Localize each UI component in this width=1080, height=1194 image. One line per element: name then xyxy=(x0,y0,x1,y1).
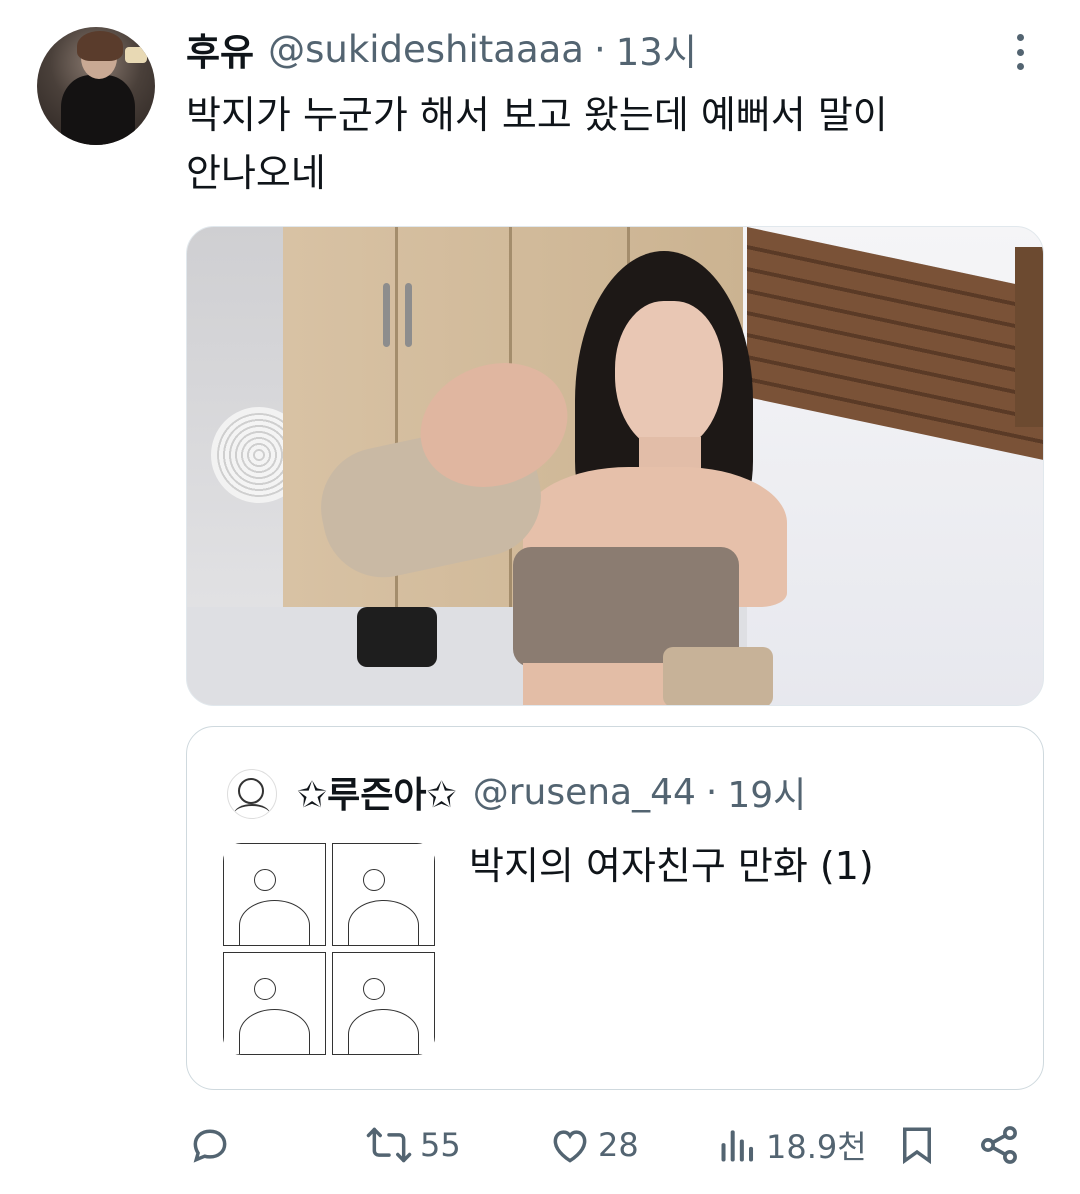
quote-time: 19시 xyxy=(727,775,807,816)
reply-button[interactable] xyxy=(188,1120,232,1170)
media-person-face xyxy=(615,301,723,451)
quote-author-handle: @rusena_44 xyxy=(472,771,696,813)
retweet-count: 55 xyxy=(420,1126,461,1164)
quoted-tweet[interactable]: ✩루즌아✩ @rusena_44 · 19시 박지의 여자친구 만화 (1) xyxy=(186,726,1044,1090)
media-person-cardigan xyxy=(663,647,773,705)
comic-panel xyxy=(223,952,326,1055)
media-chair xyxy=(357,607,437,667)
bookmark-button[interactable] xyxy=(896,1120,938,1170)
quote-author-name: ✩루즌아✩ xyxy=(297,775,457,816)
share-button[interactable] xyxy=(976,1120,1022,1170)
retweet-button[interactable]: 55 xyxy=(364,1120,461,1170)
avatar-body xyxy=(61,75,135,145)
heart-icon xyxy=(553,1130,587,1163)
tweet-media-image[interactable] xyxy=(186,226,1044,706)
tweet-header: 후유 @sukideshitaaaa · 13시 xyxy=(186,26,697,75)
like-count: 28 xyxy=(598,1126,639,1164)
comic-panel xyxy=(332,952,435,1055)
media-window-frame xyxy=(1015,247,1043,427)
media-cabinet-handle xyxy=(405,283,412,347)
tweet-text-line-2: 안나오네 xyxy=(186,151,326,195)
more-options-icon[interactable] xyxy=(1008,30,1032,74)
views-count: 18.9천 xyxy=(766,1128,867,1166)
tweet-time[interactable]: 13시 xyxy=(616,22,697,76)
tweet-text-line-1: 박지가 누군가 해서 보고 왔는데 예뻐서 말이 xyxy=(186,93,888,137)
author-handle[interactable]: @sukideshitaaaa xyxy=(268,28,584,71)
avatar-hair xyxy=(77,31,123,61)
views-button[interactable]: 18.9천 xyxy=(716,1120,867,1170)
avatar-lamp xyxy=(125,47,147,63)
tweet-text: 박지가 누군가 해서 보고 왔는데 예뻐서 말이 안나오네 xyxy=(186,86,1016,202)
author-name[interactable]: 후유 xyxy=(186,22,254,76)
comic-panel xyxy=(332,843,435,946)
views-bar-chart-icon xyxy=(721,1130,754,1162)
quote-text: 박지의 여자친구 만화 (1) xyxy=(469,844,874,888)
author-avatar[interactable] xyxy=(37,27,155,145)
quote-author-avatar[interactable] xyxy=(227,769,277,819)
tweet-action-bar: 55 28 18.9천 xyxy=(0,1110,1080,1180)
share-icon xyxy=(981,1126,1017,1164)
quote-separator-dot: · xyxy=(705,771,718,813)
like-button[interactable]: 28 xyxy=(548,1120,639,1170)
reply-icon xyxy=(193,1129,227,1163)
quote-header: ✩루즌아✩ @rusena_44 · 19시 xyxy=(297,767,806,817)
quote-comic-thumbnail[interactable] xyxy=(223,843,435,1055)
bookmark-icon xyxy=(903,1127,931,1165)
comic-panel xyxy=(223,843,326,946)
separator-dot: · xyxy=(594,27,606,71)
retweet-icon xyxy=(366,1127,412,1163)
media-cabinet-handle xyxy=(383,283,390,347)
